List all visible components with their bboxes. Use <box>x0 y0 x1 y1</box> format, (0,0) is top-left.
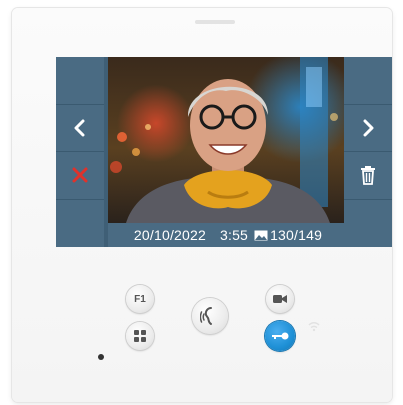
key-icon <box>272 332 289 340</box>
close-icon <box>72 167 88 183</box>
snapshot-time: 3:55 <box>220 227 249 243</box>
display-screen: 20/10/2022 3:55 130/149 <box>56 57 392 247</box>
visitor-portrait <box>110 57 338 223</box>
top-edge <box>195 20 235 24</box>
next-image-button[interactable] <box>344 104 392 152</box>
snapshot-date: 20/10/2022 <box>133 227 206 243</box>
camera-icon <box>273 295 287 303</box>
menu-button[interactable] <box>126 322 154 350</box>
chevron-right-icon <box>363 119 374 137</box>
door-open-button[interactable] <box>265 321 295 351</box>
right-button-column <box>344 57 392 247</box>
camera-button[interactable] <box>266 285 294 313</box>
intercom-icon <box>200 307 212 325</box>
wifi-indicator-icon <box>308 322 320 332</box>
image-counter: 130/149 <box>270 227 323 243</box>
screen-slot-right-1 <box>344 57 392 105</box>
previous-image-button[interactable] <box>56 104 104 152</box>
talk-button[interactable] <box>192 298 228 334</box>
status-led <box>98 354 104 360</box>
chevron-left-icon <box>74 119 85 137</box>
screen-slot-right-4 <box>344 199 392 247</box>
grid-icon <box>134 330 146 342</box>
intercom-monitor: 20/10/2022 3:55 130/149 F1 <box>12 8 392 402</box>
left-button-column <box>56 57 104 247</box>
screen-slot-left-1 <box>56 57 104 105</box>
trash-icon <box>361 166 375 186</box>
visitor-snapshot-image <box>108 57 348 223</box>
status-bar: 20/10/2022 3:55 130/149 <box>108 223 348 247</box>
cancel-button[interactable] <box>56 152 104 200</box>
f1-label: F1 <box>134 293 146 305</box>
delete-image-button[interactable] <box>344 152 392 200</box>
f1-button[interactable]: F1 <box>126 285 154 313</box>
screen-slot-left-4 <box>56 199 104 247</box>
image-icon <box>254 230 268 240</box>
